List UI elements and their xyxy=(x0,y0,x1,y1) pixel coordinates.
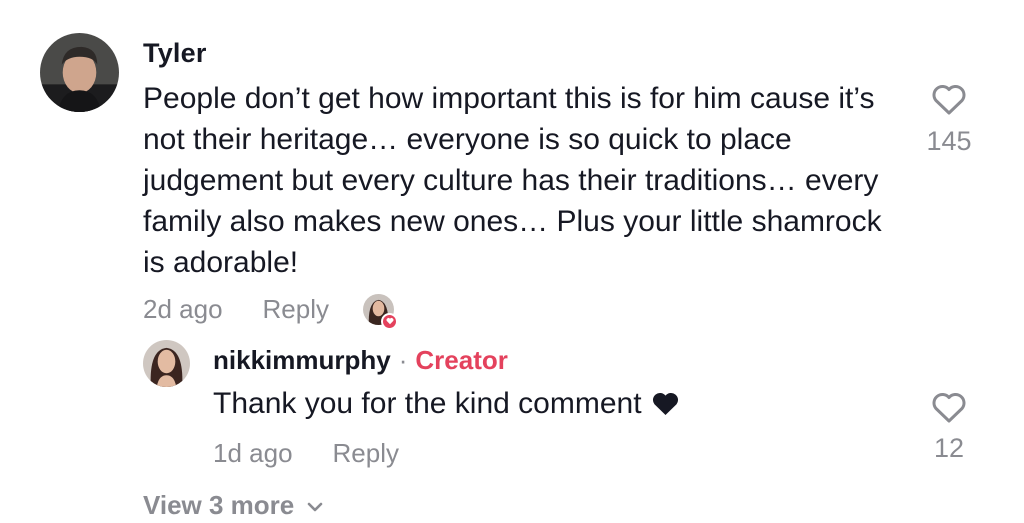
reply-meta: 1d ago Reply xyxy=(213,436,399,470)
comment-like[interactable]: 145 xyxy=(908,82,990,157)
creator-badge: Creator xyxy=(415,345,508,375)
comment-text: People don’t get how important this is f… xyxy=(143,82,882,279)
comment-timestamp: 2d ago xyxy=(143,293,223,324)
heart-outline-icon[interactable] xyxy=(931,82,967,116)
view-more-replies-button[interactable]: View 3 more xyxy=(143,490,324,521)
avatar-tyler-image xyxy=(40,33,119,112)
comment-meta: 2d ago Reply xyxy=(143,292,399,330)
creator-liked-avatar xyxy=(363,293,399,330)
reply-timestamp: 1d ago xyxy=(213,437,293,468)
comment-username[interactable]: Tyler xyxy=(143,38,207,69)
reply-text-row: Thank you for the kind comment xyxy=(213,385,679,423)
comment-thread: Tyler People don’t get how important thi… xyxy=(0,0,1024,523)
avatar-nikkimmurphy-image xyxy=(143,340,190,387)
separator-dot: · xyxy=(398,345,408,375)
reply-username[interactable]: nikkimmurphy xyxy=(213,345,391,376)
avatar-nikkimmurphy[interactable] xyxy=(143,340,190,387)
creator-liked-heart-icon xyxy=(381,312,399,330)
reply-like-count: 12 xyxy=(933,433,965,463)
avatar-tyler[interactable] xyxy=(40,33,119,112)
view-more-label: View 3 more xyxy=(143,490,295,520)
like-count: 145 xyxy=(926,126,972,156)
heart-solid-icon xyxy=(652,392,678,416)
reply-header: nikkimmurphy · Creator xyxy=(213,345,508,376)
heart-outline-icon[interactable] xyxy=(931,390,967,424)
reply-text: Thank you for the kind comment xyxy=(213,387,642,420)
reply-like[interactable]: 12 xyxy=(908,390,990,464)
chevron-down-icon xyxy=(307,502,323,511)
reply-button[interactable]: Reply xyxy=(263,294,329,325)
reply-to-reply-button[interactable]: Reply xyxy=(333,438,399,469)
